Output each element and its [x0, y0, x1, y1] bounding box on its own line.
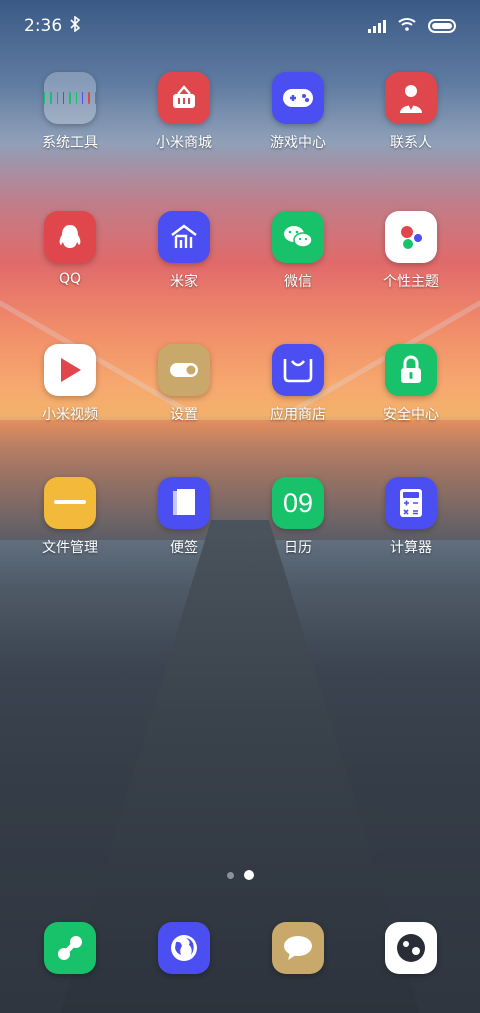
app-label: 米家 — [170, 274, 198, 290]
message-icon — [272, 922, 324, 974]
app-label: 文件管理 — [42, 540, 98, 556]
gamepad-icon — [272, 72, 324, 124]
app-qq[interactable]: QQ — [13, 211, 127, 287]
app-notes[interactable]: 便签 — [127, 477, 241, 557]
app-system-tools[interactable]: 系统工具 — [13, 72, 127, 152]
calendar-date: 09 — [282, 487, 314, 518]
page-dot-current[interactable] — [243, 870, 254, 880]
app-label: 小米视频 — [42, 407, 98, 423]
calendar-icon: 09 — [272, 477, 324, 529]
basket-icon — [158, 72, 210, 124]
status-right — [368, 16, 456, 36]
themes-icon — [385, 211, 437, 263]
toggle-icon — [158, 344, 210, 396]
notes-icon — [158, 477, 210, 529]
app-label: 游戏中心 — [270, 135, 326, 151]
play-icon — [44, 344, 96, 396]
app-label: 小米商城 — [156, 135, 212, 151]
app-calendar[interactable]: 09 日历 — [241, 477, 355, 557]
app-label: 计算器 — [390, 540, 432, 556]
app-label: 联系人 — [390, 135, 432, 151]
app-label: 微信 — [284, 274, 312, 290]
app-label: 安全中心 — [383, 407, 439, 423]
app-mi-home[interactable]: 米家 — [127, 211, 241, 291]
folder-icon — [44, 72, 96, 124]
folder-file-icon — [44, 477, 96, 529]
penguin-icon — [44, 211, 96, 263]
lock-icon — [385, 344, 437, 396]
app-game-center[interactable]: 游戏中心 — [241, 72, 355, 152]
app-file-manager[interactable]: 文件管理 — [13, 477, 127, 557]
globe-icon — [158, 922, 210, 974]
app-label: 便签 — [170, 540, 198, 556]
dock-phone[interactable] — [13, 922, 127, 974]
app-label: 日历 — [284, 540, 312, 556]
status-bar: 2:36 — [0, 0, 480, 52]
page-dot[interactable] — [226, 871, 234, 879]
app-label: 个性主题 — [383, 274, 439, 290]
wifi-icon — [398, 16, 416, 36]
app-label: 设置 — [170, 407, 198, 423]
dock-messages[interactable] — [241, 922, 355, 974]
app-settings[interactable]: 设置 — [127, 344, 241, 424]
camera-icon — [385, 922, 437, 974]
app-label: 系统工具 — [42, 135, 98, 151]
contact-icon — [385, 72, 437, 124]
page-indicator — [0, 870, 480, 880]
app-themes[interactable]: 个性主题 — [354, 211, 468, 291]
wechat-icon — [272, 211, 324, 263]
dock — [0, 922, 480, 974]
dock-camera[interactable] — [354, 922, 468, 974]
bag-icon — [272, 344, 324, 396]
battery-icon — [428, 19, 456, 33]
app-wechat[interactable]: 微信 — [241, 211, 355, 291]
app-security[interactable]: 安全中心 — [354, 344, 468, 424]
calculator-icon — [385, 477, 437, 529]
status-left: 2:36 — [24, 14, 81, 37]
status-time: 2:36 — [24, 16, 63, 36]
phone-link-icon — [44, 922, 96, 974]
app-label: 应用商店 — [270, 407, 326, 423]
signal-icon — [368, 19, 386, 33]
app-contacts[interactable]: 联系人 — [354, 72, 468, 152]
mi-home-icon — [158, 211, 210, 263]
app-mi-video[interactable]: 小米视频 — [13, 344, 127, 424]
bluetooth-icon — [70, 14, 81, 37]
dock-browser[interactable] — [127, 922, 241, 974]
app-mi-store[interactable]: 小米商城 — [127, 72, 241, 152]
app-label: QQ — [58, 271, 82, 287]
app-app-store[interactable]: 应用商店 — [241, 344, 355, 424]
app-calculator[interactable]: 计算器 — [354, 477, 468, 557]
